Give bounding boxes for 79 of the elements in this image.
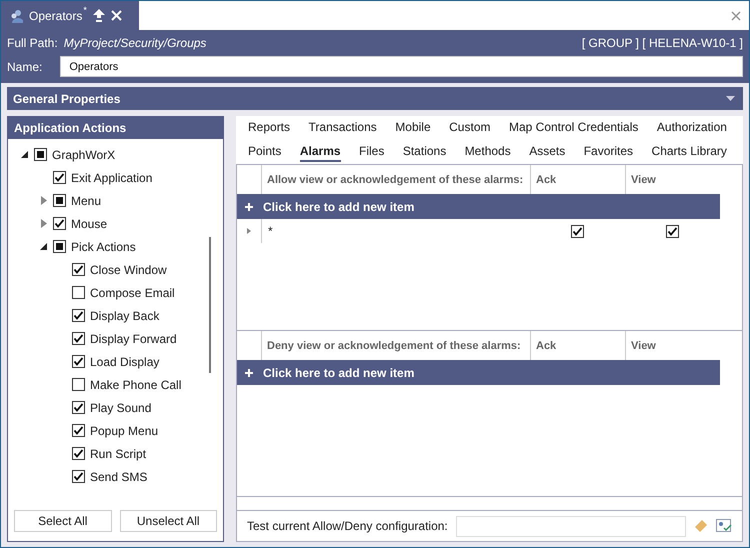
checkbox[interactable] (666, 224, 679, 238)
checkbox[interactable] (53, 194, 66, 207)
user-check-icon[interactable] (716, 519, 732, 533)
users-icon (9, 8, 23, 22)
row-indicator-icon (247, 228, 251, 234)
checkbox[interactable] (72, 263, 85, 276)
collapse-icon[interactable] (21, 151, 28, 158)
tab[interactable]: Files (359, 142, 384, 162)
tree-item-label[interactable]: Run Script (90, 446, 146, 460)
tab[interactable]: Methods (464, 142, 511, 162)
tree-item-label[interactable]: Play Sound (90, 400, 152, 414)
section-header[interactable]: General Properties (7, 87, 743, 110)
checkbox[interactable] (571, 224, 584, 238)
tree-item-label[interactable]: Exit Application (71, 170, 152, 184)
tab[interactable]: Stations (402, 142, 446, 162)
tab[interactable]: Assets (529, 142, 566, 162)
checkbox[interactable] (53, 240, 66, 253)
checkbox[interactable] (72, 378, 85, 391)
field-label: Name: (7, 60, 42, 74)
tab[interactable]: Authorization (656, 118, 727, 138)
checkbox[interactable] (72, 470, 85, 483)
modified-marker: * (83, 5, 87, 15)
checkbox[interactable] (72, 309, 85, 322)
checkbox[interactable] (72, 447, 85, 460)
tab[interactable]: Custom (449, 118, 490, 138)
full-path: MyProject/Security/Groups (64, 36, 206, 50)
tab-title: Operators (29, 8, 82, 22)
select-button[interactable]: Unselect All (120, 510, 217, 532)
close-icon[interactable] (731, 10, 741, 20)
checkbox[interactable] (72, 401, 85, 414)
document-tab[interactable]: Operators* (1, 1, 139, 30)
test-label: Test current Allow/Deny configuration: (247, 519, 448, 533)
tree-item-label[interactable]: Display Forward (90, 332, 177, 346)
checkbox[interactable] (53, 217, 66, 230)
plus-icon (245, 368, 253, 376)
tree-item-label[interactable]: Display Back (90, 308, 160, 322)
tree-item-label[interactable]: Mouse (71, 216, 108, 230)
pin-icon[interactable] (92, 8, 105, 22)
panel-header: Application Actions (8, 117, 223, 139)
tab[interactable]: Favorites (584, 142, 634, 162)
expand-icon[interactable] (40, 196, 46, 205)
expand-icon[interactable] (40, 219, 46, 228)
tab[interactable]: Reports (248, 118, 290, 138)
select-button[interactable]: Select All (14, 510, 112, 532)
caret-icon (726, 96, 735, 101)
tab[interactable]: Points (248, 142, 282, 162)
add-item-label: Click here to add new item (263, 366, 414, 380)
tree-item-label[interactable]: Load Display (90, 354, 160, 368)
tree-item-label[interactable]: Send SMS (90, 470, 148, 484)
table-cell: * (261, 219, 530, 243)
scrollbar-thumb[interactable] (209, 237, 211, 373)
checkbox[interactable] (53, 171, 66, 184)
tree-item-label[interactable]: Popup Menu (90, 424, 158, 438)
checkbox[interactable] (72, 332, 85, 345)
section-title: General Properties (13, 92, 120, 106)
tree-item-label[interactable]: Close Window (90, 262, 167, 276)
tree-item-label[interactable]: GraphWorX (52, 148, 116, 162)
tree-item-label[interactable]: Compose Email (90, 286, 175, 300)
tab[interactable]: Mobile (395, 118, 431, 138)
tab[interactable]: Transactions (308, 118, 377, 138)
add-item-label: Click here to add new item (263, 200, 414, 214)
checkbox[interactable] (34, 148, 47, 161)
collapse-icon[interactable] (40, 243, 47, 250)
checkbox[interactable] (72, 355, 85, 368)
tree-item-label[interactable]: Menu (71, 194, 102, 208)
checkbox[interactable] (72, 286, 85, 299)
tree-item-label[interactable]: Make Phone Call (90, 378, 182, 392)
tree-item-label[interactable]: Pick Actions (71, 240, 136, 254)
plus-icon (245, 202, 253, 210)
add-item-row[interactable]: Click here to add new item (237, 194, 720, 219)
tab[interactable]: Map Control Credentials (508, 118, 638, 138)
checkbox[interactable] (72, 424, 85, 437)
tab[interactable]: Alarms (300, 142, 341, 162)
name-field[interactable]: Operators (60, 56, 743, 77)
field-label: Full Path: (7, 36, 58, 50)
tab[interactable]: Charts Library (652, 142, 727, 162)
group-info: [ GROUP ] [ HELENA-W10-1 ] (582, 36, 743, 50)
add-item-row[interactable]: Click here to add new item (237, 360, 720, 385)
test-field[interactable] (456, 516, 686, 536)
